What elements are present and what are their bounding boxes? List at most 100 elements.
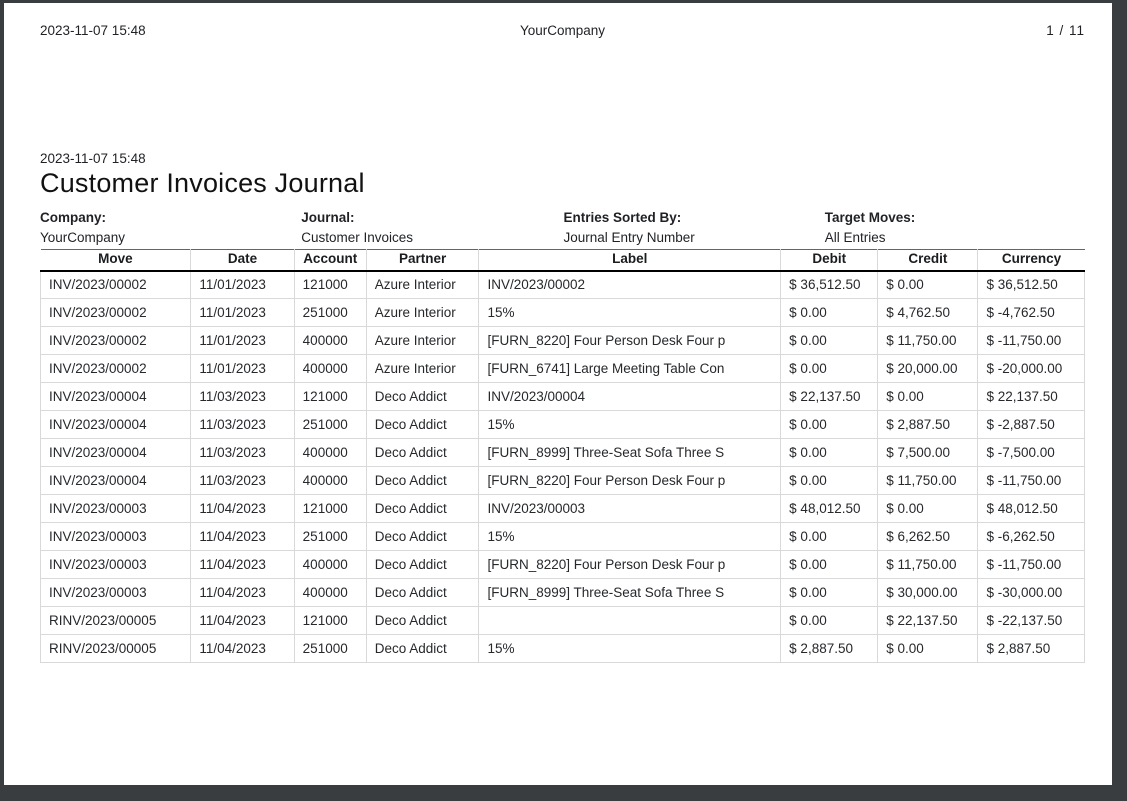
meta-journal-value: Customer Invoices	[301, 230, 414, 245]
cell-date: 11/01/2023	[190, 298, 295, 327]
cell-currency: $ -22,137.50	[977, 606, 1085, 635]
cell-debit: $ 22,137.50	[780, 382, 879, 411]
report-meta: Company: YourCompany Journal: Customer I…	[40, 208, 1085, 248]
cell-debit: $ 0.00	[780, 326, 879, 355]
cell-date: 11/01/2023	[190, 326, 295, 355]
column-header-label: Label	[478, 249, 782, 272]
cell-currency: $ -6,262.50	[977, 522, 1085, 551]
cell-label	[478, 606, 782, 635]
meta-sorted-by-value: Journal Entry Number	[563, 230, 695, 245]
cell-account: 251000	[293, 634, 367, 663]
cell-partner: Deco Addict	[365, 438, 480, 467]
cell-account: 400000	[293, 438, 367, 467]
cell-label: 15%	[478, 298, 782, 327]
cell-credit: $ 2,887.50	[877, 410, 979, 439]
cell-debit: $ 2,887.50	[780, 634, 879, 663]
cell-date: 11/01/2023	[190, 270, 295, 299]
cell-partner: Azure Interior	[365, 326, 480, 355]
table-row: INV/2023/00002 11/01/2023 251000 Azure Inte…	[39, 298, 1085, 327]
cell-debit: $ 0.00	[780, 354, 879, 383]
cell-currency: $ 36,512.50	[977, 270, 1085, 299]
table-row: INV/2023/00003 11/04/2023 400000 Deco Addic…	[39, 550, 1085, 579]
cell-move: INV/2023/00002	[39, 354, 192, 383]
cell-label: [FURN_8220] Four Person Desk Four p	[478, 466, 782, 495]
cell-partner: Azure Interior	[365, 354, 480, 383]
cell-credit: $ 4,762.50	[877, 298, 979, 327]
meta-company: Company: YourCompany	[40, 208, 301, 248]
cell-partner: Deco Addict	[365, 522, 480, 551]
cell-account: 121000	[293, 494, 367, 523]
cell-currency: $ 2,887.50	[977, 634, 1085, 663]
meta-journal: Journal: Customer Invoices	[301, 208, 562, 248]
cell-label: INV/2023/00002	[478, 270, 782, 299]
cell-account: 400000	[293, 466, 367, 495]
cell-move: INV/2023/00003	[39, 550, 192, 579]
cell-currency: $ -2,887.50	[977, 410, 1085, 439]
column-header-account: Account	[293, 249, 367, 272]
cell-partner: Deco Addict	[365, 634, 480, 663]
cell-account: 400000	[293, 354, 367, 383]
table-row: INV/2023/00004 11/03/2023 251000 Deco Addic…	[39, 410, 1085, 439]
cell-date: 11/03/2023	[190, 438, 295, 467]
meta-target-moves-value: All Entries	[824, 230, 886, 245]
cell-debit: $ 0.00	[780, 298, 879, 327]
cell-date: 11/04/2023	[190, 522, 295, 551]
cell-debit: $ 0.00	[780, 410, 879, 439]
report-page: 2023-11-07 15:48 YourCompany 1 / 11 2023…	[4, 3, 1112, 785]
table-header: Move Date Account Partner Label Debit Cr…	[40, 249, 1085, 272]
cell-account: 400000	[293, 578, 367, 607]
cell-currency: $ 48,012.50	[977, 494, 1085, 523]
meta-target-moves-label: Target Moves:	[824, 210, 916, 225]
cell-move: INV/2023/00004	[39, 382, 192, 411]
column-header-debit: Debit	[780, 249, 879, 272]
header-page-number: 1 / 11	[1046, 23, 1085, 38]
cell-credit: $ 20,000.00	[877, 354, 979, 383]
meta-sorted-by: Entries Sorted By: Journal Entry Number	[563, 208, 824, 248]
cell-credit: $ 0.00	[877, 382, 979, 411]
meta-sorted-by-label: Entries Sorted By:	[563, 210, 682, 225]
table-row: INV/2023/00004 11/03/2023 400000 Deco Addic…	[39, 466, 1085, 495]
cell-label: [FURN_8220] Four Person Desk Four p	[478, 550, 782, 579]
cell-date: 11/04/2023	[190, 578, 295, 607]
report-body: 2023-11-07 15:48 Customer Invoices Journ…	[39, 151, 1085, 663]
journal-entries-table: Move Date Account Partner Label Debit Cr…	[39, 249, 1085, 663]
cell-label: [FURN_8999] Three-Seat Sofa Three S	[478, 578, 782, 607]
cell-credit: $ 0.00	[877, 270, 979, 299]
cell-currency: $ -4,762.50	[977, 298, 1085, 327]
cell-date: 11/04/2023	[190, 634, 295, 663]
cell-partner: Deco Addict	[365, 466, 480, 495]
journal-table-body: INV/2023/00002 11/01/2023 121000 Azure Inte…	[39, 270, 1085, 663]
header-datetime: 2023-11-07 15:48	[40, 23, 146, 38]
cell-partner: Deco Addict	[365, 410, 480, 439]
cell-label: INV/2023/00003	[478, 494, 782, 523]
column-header-partner: Partner	[365, 249, 480, 272]
cell-date: 11/04/2023	[190, 606, 295, 635]
cell-move: INV/2023/00003	[39, 522, 192, 551]
cell-partner: Deco Addict	[365, 494, 480, 523]
cell-debit: $ 0.00	[780, 606, 879, 635]
cell-account: 400000	[293, 326, 367, 355]
cell-currency: $ -20,000.00	[977, 354, 1085, 383]
cell-currency: $ -11,750.00	[977, 466, 1085, 495]
cell-debit: $ 0.00	[780, 466, 879, 495]
cell-date: 11/03/2023	[190, 410, 295, 439]
column-header-currency: Currency	[977, 249, 1085, 272]
header-company-name: YourCompany	[519, 23, 606, 38]
cell-account: 121000	[293, 382, 367, 411]
column-header-credit: Credit	[877, 249, 979, 272]
cell-date: 11/04/2023	[190, 494, 295, 523]
meta-company-value: YourCompany	[40, 230, 126, 245]
cell-label: [FURN_6741] Large Meeting Table Con	[478, 354, 782, 383]
cell-account: 251000	[293, 522, 367, 551]
cell-move: INV/2023/00002	[39, 298, 192, 327]
cell-move: INV/2023/00003	[39, 494, 192, 523]
cell-move: RINV/2023/00005	[39, 634, 192, 663]
cell-account: 251000	[293, 298, 367, 327]
meta-company-label: Company:	[40, 210, 107, 225]
cell-move: INV/2023/00004	[39, 410, 192, 439]
cell-credit: $ 30,000.00	[877, 578, 979, 607]
cell-debit: $ 0.00	[780, 522, 879, 551]
cell-account: 121000	[293, 606, 367, 635]
cell-currency: $ -11,750.00	[977, 326, 1085, 355]
report-title: Customer Invoices Journal	[40, 168, 365, 198]
